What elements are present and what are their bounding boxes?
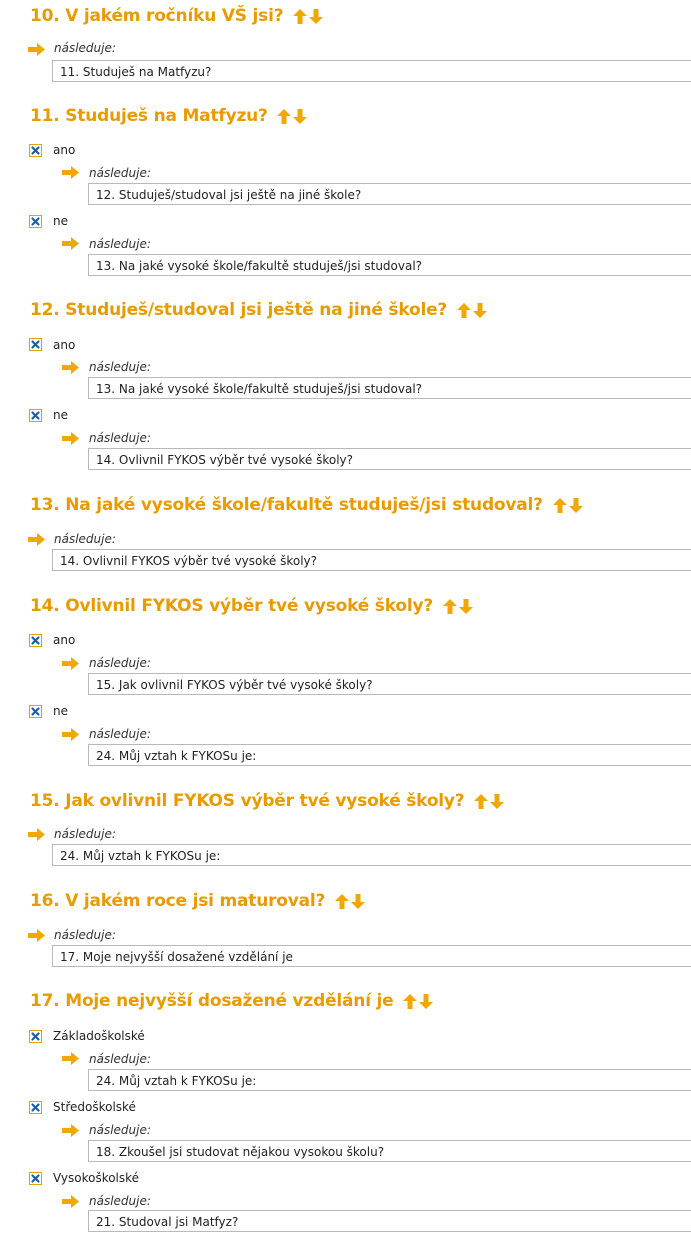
option-checkbox-icon[interactable] xyxy=(29,338,42,351)
move-down-icon[interactable] xyxy=(293,109,307,124)
move-down-icon[interactable] xyxy=(309,9,323,24)
option-checkbox-icon[interactable] xyxy=(29,1030,42,1043)
option-checkbox-icon[interactable] xyxy=(29,144,42,157)
option-checkbox-icon[interactable] xyxy=(29,409,42,422)
next-question-field[interactable]: 13. Na jaké vysoké škole/fakultě studuje… xyxy=(88,377,691,399)
follows-arrow-icon xyxy=(62,1052,79,1065)
option-label: ano xyxy=(53,338,76,352)
follows-label: následuje: xyxy=(89,1194,151,1208)
question-title: 14. Ovlivnil FYKOS výběr tvé vysoké škol… xyxy=(30,596,434,616)
follows-arrow-icon xyxy=(28,828,45,841)
question-title: 11. Studuješ na Matfyzu? xyxy=(30,106,268,126)
follows-label: následuje: xyxy=(54,532,116,546)
follows-arrow-icon xyxy=(62,237,79,250)
follows-label: následuje: xyxy=(89,166,151,180)
next-question-field[interactable]: 17. Moje nejvyšší dosažené vzdělání je xyxy=(52,945,691,967)
option-checkbox-icon[interactable] xyxy=(29,1172,42,1185)
option-checkbox-icon[interactable] xyxy=(29,1101,42,1114)
option-checkbox-icon[interactable] xyxy=(29,634,42,647)
follows-arrow-icon xyxy=(62,728,79,741)
follows-arrow-icon xyxy=(62,1195,79,1208)
option-label: ne xyxy=(53,408,68,422)
move-down-icon[interactable] xyxy=(569,498,583,513)
move-down-icon[interactable] xyxy=(473,303,487,318)
move-up-icon[interactable] xyxy=(553,498,567,513)
question-title: 16. V jakém roce jsi maturoval? xyxy=(30,891,326,911)
option-label: ano xyxy=(53,143,76,157)
move-up-icon[interactable] xyxy=(277,109,291,124)
follows-label: následuje: xyxy=(89,237,151,251)
next-question-field[interactable]: 12. Studuješ/studoval jsi ještě na jiné … xyxy=(88,183,691,205)
option-label: Vysokoškolské xyxy=(53,1171,140,1185)
option-label: ne xyxy=(53,704,68,718)
next-question-field[interactable]: 18. Zkoušel jsi studovat nějakou vysokou… xyxy=(88,1140,691,1162)
move-down-icon[interactable] xyxy=(351,894,365,909)
next-question-field[interactable]: 14. Ovlivnil FYKOS výběr tvé vysoké škol… xyxy=(52,549,691,571)
move-up-icon[interactable] xyxy=(403,994,417,1009)
question-title: 17. Moje nejvyšší dosažené vzdělání je xyxy=(30,991,394,1011)
move-up-icon[interactable] xyxy=(293,9,307,24)
question-title: 15. Jak ovlivnil FYKOS výběr tvé vysoké … xyxy=(30,791,465,811)
follows-label: následuje: xyxy=(54,41,116,55)
follows-label: následuje: xyxy=(54,827,116,841)
follows-arrow-icon xyxy=(62,432,79,445)
follows-label: následuje: xyxy=(89,431,151,445)
next-question-field[interactable]: 21. Studoval jsi Matfyz? xyxy=(88,1210,691,1232)
follows-arrow-icon xyxy=(62,361,79,374)
follows-label: následuje: xyxy=(89,1052,151,1066)
follows-arrow-icon xyxy=(28,533,45,546)
question-title: 13. Na jaké vysoké škole/fakultě studuje… xyxy=(30,495,543,515)
option-checkbox-icon[interactable] xyxy=(29,705,42,718)
move-down-icon[interactable] xyxy=(490,794,504,809)
move-up-icon[interactable] xyxy=(335,894,349,909)
next-question-field[interactable]: 13. Na jaké vysoké škole/fakultě studuje… xyxy=(88,254,691,276)
move-up-icon[interactable] xyxy=(443,599,457,614)
follows-label: následuje: xyxy=(89,360,151,374)
follows-label: následuje: xyxy=(54,928,116,942)
next-question-field[interactable]: 24. Můj vztah k FYKOSu je: xyxy=(52,844,691,866)
option-label: ano xyxy=(53,633,76,647)
move-down-icon[interactable] xyxy=(419,994,433,1009)
option-checkbox-icon[interactable] xyxy=(29,215,42,228)
next-question-field[interactable]: 15. Jak ovlivnil FYKOS výběr tvé vysoké … xyxy=(88,673,691,695)
move-down-icon[interactable] xyxy=(459,599,473,614)
question-title: 12. Studuješ/studoval jsi ještě na jiné … xyxy=(30,300,448,320)
question-title: 10. V jakém ročníku VŠ jsi? xyxy=(30,6,284,26)
option-label: Základoškolské xyxy=(53,1029,145,1043)
follows-arrow-icon xyxy=(28,43,45,56)
next-question-field[interactable]: 24. Můj vztah k FYKOSu je: xyxy=(88,1069,691,1091)
follows-arrow-icon xyxy=(28,929,45,942)
follows-arrow-icon xyxy=(62,166,79,179)
option-label: Středoškolské xyxy=(53,1100,136,1114)
next-question-field[interactable]: 14. Ovlivnil FYKOS výběr tvé vysoké škol… xyxy=(88,448,691,470)
follows-arrow-icon xyxy=(62,657,79,670)
move-up-icon[interactable] xyxy=(457,303,471,318)
next-question-field[interactable]: 24. Můj vztah k FYKOSu je: xyxy=(88,744,691,766)
follows-label: následuje: xyxy=(89,656,151,670)
move-up-icon[interactable] xyxy=(474,794,488,809)
follows-arrow-icon xyxy=(62,1124,79,1137)
option-label: ne xyxy=(53,214,68,228)
follows-label: následuje: xyxy=(89,727,151,741)
follows-label: následuje: xyxy=(89,1123,151,1137)
next-question-field[interactable]: 11. Studuješ na Matfyzu? xyxy=(52,60,691,82)
